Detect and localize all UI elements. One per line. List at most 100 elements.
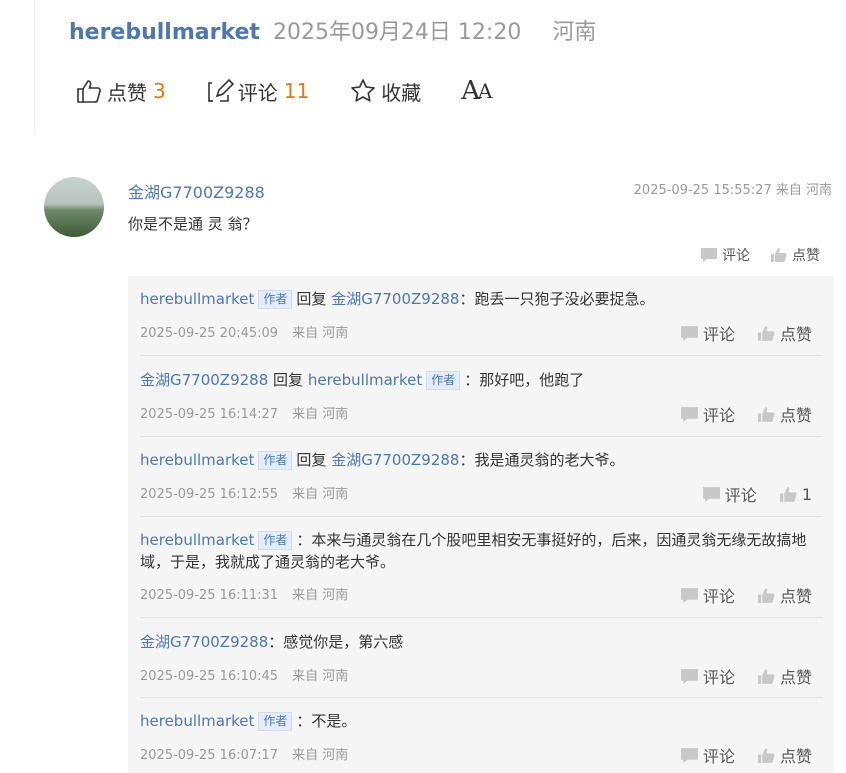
reply-item: 金湖G7700Z9288：感觉你是，第六感 2025-09-25 16:10:4…	[140, 618, 822, 698]
reply-comment-button[interactable]: 评论	[680, 583, 735, 607]
comment-button[interactable]: 评论 11	[206, 77, 309, 106]
reply-actions: 评论 点赞	[658, 583, 812, 607]
reply-comment-button[interactable]: 评论	[680, 321, 735, 345]
reply-line: herebullmarket 作者 ：不是。	[140, 710, 822, 732]
comment-time: 2025-09-25 15:55:27 来自 河南	[633, 183, 832, 198]
like-icon	[771, 248, 787, 262]
reply-user[interactable]: 金湖G7700Z9288	[140, 633, 268, 651]
reply-item: 金湖G7700Z9288 回复 herebullmarket 作者 ：那好吧，他跑了…	[140, 356, 822, 437]
like-icon	[758, 406, 775, 422]
reply-actions: 评论 点赞	[658, 402, 812, 426]
reply-comment-label: 评论	[702, 325, 735, 344]
comment-reply-label: 评论	[722, 248, 750, 264]
reply-time: 2025-09-25 16:10:45	[140, 669, 279, 684]
favorite-label: 收藏	[381, 80, 422, 105]
reply-from: 来自 河南	[292, 407, 349, 422]
reply-item: herebullmarket 作者 ：本来与通灵翁在几个股吧里相安无事挺好的，后来，…	[140, 517, 822, 618]
reply-comment-button[interactable]: 评论	[680, 402, 735, 426]
reply-comment-button[interactable]: 评论	[680, 743, 735, 767]
like-button[interactable]: 点赞 3	[75, 77, 166, 106]
author-tag: 作者	[258, 451, 293, 470]
like-icon	[758, 325, 775, 341]
reply-comment-button[interactable]: 评论	[702, 482, 757, 506]
reply-target[interactable]: 金湖G7700Z9288	[331, 290, 459, 308]
reply-time: 2025-09-25 16:07:17	[140, 748, 279, 763]
reply-like-label: 点赞	[779, 325, 812, 344]
edit-comment-icon	[207, 78, 234, 102]
comment-bubble-icon	[681, 325, 698, 341]
comment-bubble-icon	[702, 486, 720, 502]
post-location: 河南	[552, 20, 597, 45]
reply-text: ：那好吧，他跑了	[464, 371, 585, 389]
comment-bubble-icon	[701, 248, 717, 262]
comment-label: 评论	[237, 80, 278, 105]
reply-like-button[interactable]: 点赞	[757, 321, 812, 345]
reply-target[interactable]: herebullmarket	[308, 371, 422, 389]
post-time: 2025年09月24日 12:20	[272, 20, 522, 45]
reply-like-button[interactable]: 点赞	[757, 402, 812, 426]
reply-from: 来自 河南	[292, 588, 349, 603]
reply-comment-label: 评论	[702, 747, 735, 766]
reply-like-button[interactable]: 点赞	[757, 664, 812, 688]
comment-bubble-icon	[681, 668, 698, 684]
reply-time: 2025-09-25 20:45:09	[140, 326, 279, 341]
comment-bubble-icon	[681, 747, 698, 763]
reply-comment-label: 评论	[702, 406, 735, 425]
like-icon	[758, 747, 775, 763]
reply-meta: 2025-09-25 16:10:45 来自 河南	[140, 665, 348, 684]
comment-actions: 评论 点赞	[680, 245, 820, 265]
author-tag: 作者	[258, 712, 293, 731]
reply-comment-label: 评论	[702, 587, 735, 606]
reply-comment-button[interactable]: 评论	[680, 664, 735, 688]
reply-comment-label: 评论	[724, 486, 757, 505]
reply-comment-label: 评论	[702, 668, 735, 687]
comment-bubble-icon	[681, 587, 698, 603]
reply-word: 回复	[296, 451, 327, 469]
reply-actions: 评论 点赞	[658, 743, 812, 767]
comment-reply-button[interactable]: 评论	[700, 245, 750, 265]
reply-like-label: 点赞	[779, 668, 812, 687]
like-label: 点赞	[107, 80, 147, 105]
reply-line: herebullmarket 作者 ：本来与通灵翁在几个股吧里相安无事挺好的，后来，…	[140, 529, 822, 573]
reply-line: 金湖G7700Z9288：感觉你是，第六感	[140, 631, 822, 653]
reply-like-button[interactable]: 点赞	[757, 743, 812, 767]
reply-target[interactable]: 金湖G7700Z9288	[331, 451, 459, 469]
reply-user[interactable]: 金湖G7700Z9288	[140, 371, 268, 389]
reply-like-label: 点赞	[779, 406, 812, 425]
like-icon	[779, 486, 797, 502]
reply-line: herebullmarket 作者 回复 金湖G7700Z9288：我是通灵翁的老大…	[140, 449, 822, 471]
post-meta: herebullmarket 2025年09月24日 12:20 河南	[69, 14, 596, 46]
reply-from: 来自 河南	[292, 487, 349, 502]
comment-user[interactable]: 金湖G7700Z9288	[128, 179, 265, 203]
reply-text: ：不是。	[296, 712, 357, 730]
reply-user[interactable]: herebullmarket	[140, 531, 254, 549]
favorite-button[interactable]: 收藏	[349, 77, 421, 106]
font-size-button[interactable]: AA	[461, 76, 493, 106]
reply-meta: 2025-09-25 16:14:27 来自 河南	[140, 403, 348, 422]
font-size-icon-small: A	[477, 79, 493, 103]
reply-user[interactable]: herebullmarket	[140, 451, 254, 469]
reply-like-label: 点赞	[779, 587, 812, 606]
reply-meta: 2025-09-25 16:11:31 来自 河南	[140, 584, 348, 603]
reply-time: 2025-09-25 16:14:27	[140, 407, 279, 422]
like-icon	[758, 587, 775, 603]
post-header: herebullmarket 2025年09月24日 12:20 河南 点赞 3…	[34, 0, 846, 135]
reply-like-label: 点赞	[779, 747, 812, 766]
author-tag: 作者	[426, 371, 461, 390]
reply-text: ：跑丢一只狍子没必要捉急。	[459, 290, 655, 308]
reply-time: 2025-09-25 16:12:55	[140, 487, 279, 502]
comment-like-button[interactable]: 点赞	[770, 245, 820, 265]
comment-bubble-icon	[681, 406, 698, 422]
reply-user[interactable]: herebullmarket	[140, 712, 254, 730]
reply-text: ：感觉你是，第六感	[268, 633, 404, 651]
font-size-icon-big: A	[461, 76, 480, 106]
reply-time: 2025-09-25 16:11:31	[140, 588, 279, 603]
reply-word: 回复	[296, 290, 327, 308]
reply-like-button[interactable]: 1	[779, 482, 812, 506]
reply-line: herebullmarket 作者 回复 金湖G7700Z9288：跑丢一只狍子没必…	[140, 288, 822, 310]
post-author[interactable]: herebullmarket	[69, 20, 260, 45]
avatar[interactable]	[44, 177, 104, 237]
reply-like-button[interactable]: 点赞	[757, 583, 812, 607]
reply-from: 来自 河南	[292, 748, 349, 763]
reply-user[interactable]: herebullmarket	[140, 290, 254, 308]
